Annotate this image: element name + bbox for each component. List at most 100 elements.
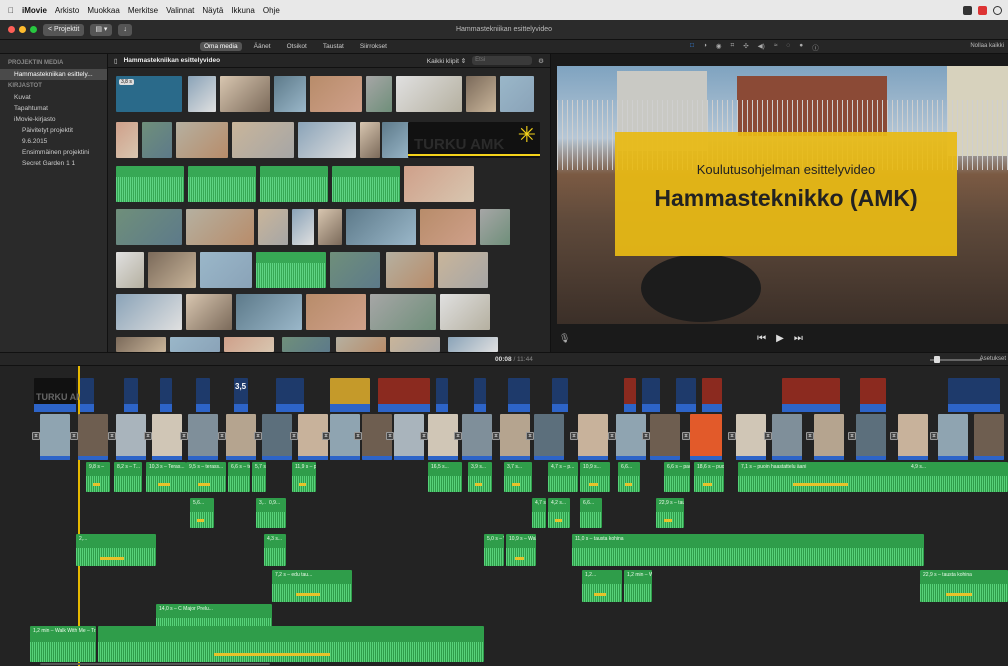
video-clip[interactable] [690,414,722,460]
transition-icon[interactable]: ⧖ [930,432,938,440]
audio-clip[interactable]: 6,6 s – pac... [664,462,690,492]
transition-icon[interactable]: ⧖ [492,432,500,440]
audio-clip[interactable]: 2,... [76,534,156,566]
play-button[interactable]: ▶ [776,333,784,344]
info-icon[interactable]: ⓘ [812,42,819,52]
title-clip[interactable] [80,378,94,412]
video-clip[interactable] [938,414,968,460]
audio-clip[interactable]: 3,9 s... [468,462,492,492]
video-clip[interactable] [40,414,70,460]
video-clip[interactable] [856,414,886,460]
transition-icon[interactable]: ⧖ [454,432,462,440]
transition-icon[interactable]: ⧖ [728,432,736,440]
video-clip-thumbnail[interactable] [220,76,270,112]
audio-clip[interactable]: 0,9... [266,498,286,528]
transition-icon[interactable]: ⧖ [642,432,650,440]
audio-clip[interactable]: 5,6... [190,498,214,528]
audio-clip[interactable]: 10,9 s... [580,462,610,492]
video-clip-thumbnail[interactable] [116,252,144,288]
transition-icon[interactable]: ⧖ [108,432,116,440]
menu-valinnat[interactable]: Valinnat [166,6,194,15]
video-clip[interactable] [650,414,680,460]
transition-icon[interactable]: ⧖ [322,432,330,440]
search-icon[interactable] [993,5,1002,15]
import-button[interactable]: ↓ [118,23,132,36]
video-clip-thumbnail[interactable] [292,209,314,245]
audio-clip[interactable]: 6,6... [580,498,602,528]
menu-arkisto[interactable]: Arkisto [55,6,79,15]
audio-clip-thumbnail[interactable] [116,166,184,202]
audio-clip[interactable]: 4,9 s... [908,462,1008,492]
audio-clip[interactable]: 22,9 s – tausta kohina [656,498,684,528]
title-clip[interactable] [676,378,696,412]
video-clip-thumbnail[interactable] [298,122,356,158]
video-clip[interactable] [578,414,608,460]
reset-all-button[interactable]: Nollaa kaikki [970,43,1004,49]
video-clip-thumbnail[interactable] [500,76,534,112]
video-clip-thumbnail[interactable] [420,209,476,245]
video-clip[interactable] [814,414,844,460]
clip-filter-select[interactable]: Kaikki klipit ⇕ [427,57,466,65]
video-clip-thumbnail[interactable] [370,294,436,330]
transition-icon[interactable]: ⧖ [848,432,856,440]
title-clip[interactable]: TURKU AMK [34,378,90,412]
audio-clip[interactable]: 8,2 s – T... [114,462,142,492]
tab-aanet[interactable]: Äänet [250,42,275,51]
title-clip[interactable]: 3,5 [234,378,248,412]
title-clip[interactable] [642,378,660,412]
video-clip[interactable] [736,414,766,460]
title-clip[interactable] [330,378,370,412]
sidebar-item-updated-projects[interactable]: Päivitetyt projektit [0,125,107,136]
video-clip-thumbnail[interactable] [116,294,182,330]
audio-clip[interactable]: 6,6... [618,462,640,492]
video-clip[interactable] [462,414,492,460]
transition-icon[interactable]: ⧖ [806,432,814,440]
video-clip-thumbnail[interactable] [200,252,252,288]
video-clip-thumbnail[interactable] [116,209,182,245]
audio-clip[interactable]: 9,8 s – [86,462,110,492]
tab-taustat[interactable]: Taustat [319,42,348,51]
audio-clip[interactable]: 4,7 s... [532,498,546,528]
title-clip[interactable] [160,378,172,412]
video-clip[interactable] [974,414,1004,460]
audio-clip[interactable]: 7,2 s – edu tau... [272,570,352,602]
audio-clip[interactable]: 1,2 min – Walk With Me – TrackTribe [624,570,652,602]
color-balance-icon[interactable]: ◑ [703,42,707,52]
transition-icon[interactable]: ⧖ [144,432,152,440]
microphone-icon[interactable]: 🎙 [559,333,570,344]
video-clip-thumbnail[interactable] [188,76,216,112]
video-clip[interactable] [898,414,928,460]
video-clip-thumbnail[interactable] [236,294,302,330]
title-clip[interactable] [378,378,430,412]
video-clip-thumbnail[interactable] [116,337,166,352]
audio-clip[interactable]: 5,7 s... [252,462,266,492]
zoom-slider[interactable] [930,356,982,363]
title-clip[interactable] [860,378,886,412]
video-clip-thumbnail[interactable] [186,294,232,330]
title-clip[interactable] [552,378,568,412]
video-clip-thumbnail[interactable] [116,122,138,158]
menu-ikkuna[interactable]: Ikkuna [231,6,255,15]
title-clip[interactable] [124,378,138,412]
video-clip-thumbnail[interactable] [396,76,462,112]
transition-icon[interactable]: ⧖ [70,432,78,440]
video-clip-thumbnail[interactable] [404,166,474,202]
stabilization-icon[interactable]: ✣ [743,42,748,52]
video-clip-thumbnail[interactable] [466,76,496,112]
sidebar-item-imovie-library[interactable]: iMovie-kirjasto [0,114,107,125]
video-clip-thumbnail[interactable] [336,337,386,352]
transition-icon[interactable]: ⧖ [254,432,262,440]
title-clip[interactable] [782,378,840,412]
filter-icon[interactable]: ● [799,42,803,52]
sidebar-item-photos[interactable]: Kuvat [0,92,107,103]
video-clip[interactable] [116,414,146,460]
video-clip-thumbnail[interactable] [390,337,440,352]
audio-clip[interactable]: 22,9 s – tausta kohina [920,570,1008,602]
audio-clip[interactable]: 1,2 min – Walk With Me – TrackTribe [30,626,96,662]
video-clip-thumbnail[interactable] [480,209,510,245]
video-clip-thumbnail[interactable] [438,252,488,288]
transition-icon[interactable]: ⧖ [290,432,298,440]
transition-icon[interactable]: ⧖ [386,432,394,440]
video-clip-thumbnail[interactable] [186,209,254,245]
audio-clip[interactable]: 3,7 s... [504,462,532,492]
